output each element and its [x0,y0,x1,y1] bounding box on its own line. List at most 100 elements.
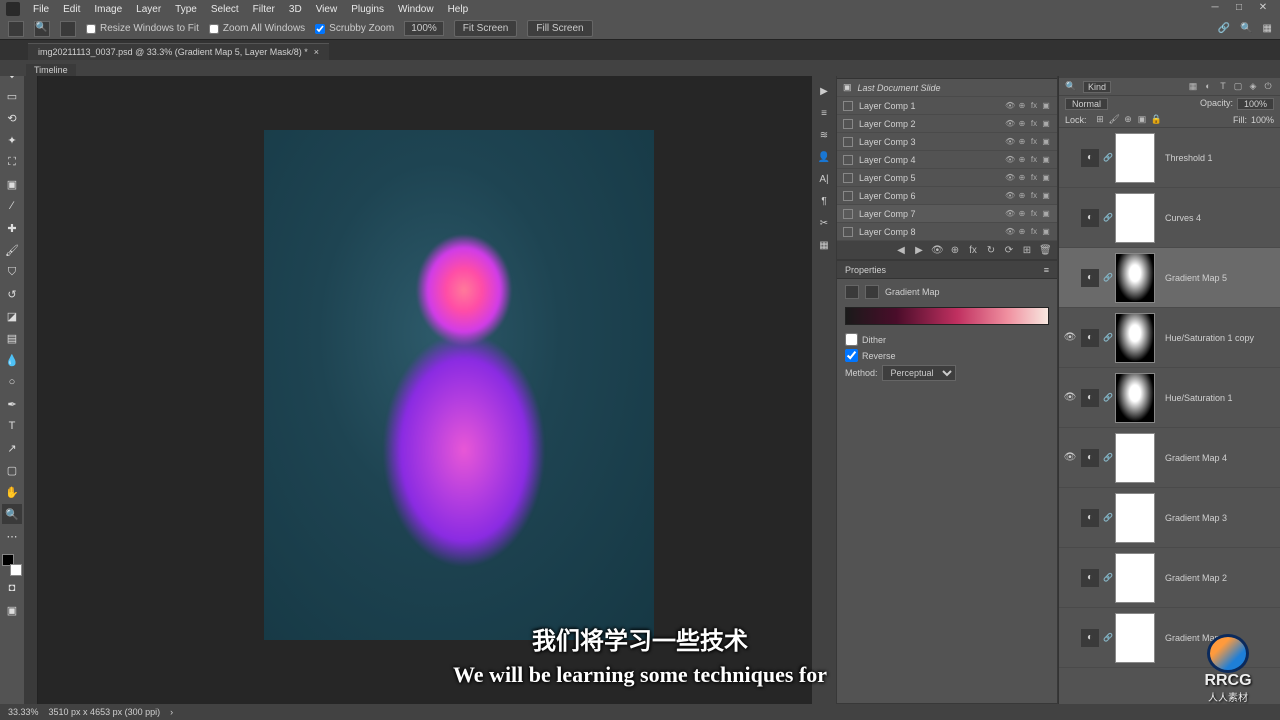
lock-pixel-icon[interactable]: 🖌 [1109,114,1120,125]
layer-row[interactable]: 👁◐🔗Gradient Map 4 [1059,428,1280,488]
layer-mask-thumb[interactable] [1115,253,1155,303]
layer-name[interactable]: Gradient Map 3 [1159,513,1276,523]
window-restore[interactable]: □ [1228,2,1250,16]
menu-layer[interactable]: Layer [129,4,168,15]
layer-row[interactable]: ◐🔗Gradient Map 3 [1059,488,1280,548]
layer-comp-row[interactable]: Layer Comp 6👁⊕fx▣ [837,187,1057,205]
lc-update-vis-icon[interactable]: 👁 [931,245,943,256]
layer-row[interactable]: ◐🔗Gradient Map 5 [1059,248,1280,308]
pen-tool[interactable]: ✒ [2,394,22,414]
filter-shape-icon[interactable]: ▢ [1232,81,1244,92]
lc-prev-icon[interactable]: ◀ [895,245,907,256]
menu-image[interactable]: Image [87,4,129,15]
dodge-tool[interactable]: ○ [2,372,22,392]
filter-type-icon[interactable]: T [1217,81,1229,92]
layer-comp-row[interactable]: Layer Comp 4👁⊕fx▣ [837,151,1057,169]
fill-input[interactable]: 100% [1251,115,1274,125]
layer-name[interactable]: Curves 4 [1159,213,1276,223]
layer-row[interactable]: ◐🔗Gradient Map 2 [1059,548,1280,608]
menu-3d[interactable]: 3D [282,4,309,15]
lock-pos-icon[interactable]: ⊕ [1123,114,1134,125]
layer-name[interactable]: Gradient Map 4 [1159,453,1276,463]
scrubby-zoom-checkbox[interactable]: Scrubby Zoom [315,23,394,34]
search-icon[interactable]: 🔍 [1240,23,1252,34]
blur-tool[interactable]: 💧 [2,350,22,370]
layer-comp-last[interactable]: ▣ Last Document Slide [837,79,1057,97]
frame-tool[interactable]: ▣ [2,174,22,194]
gradient-picker[interactable] [845,307,1049,325]
actions-panel-icon[interactable]: ▶ [815,86,833,104]
lock-nest-icon[interactable]: ▣ [1137,114,1148,125]
fill-screen-button[interactable]: Fill Screen [527,20,592,37]
swatch-panel-icon[interactable]: ✂ [815,218,833,236]
blend-mode-dropdown[interactable]: Normal [1065,98,1108,110]
layer-comp-row[interactable]: Layer Comp 3👁⊕fx▣ [837,133,1057,151]
history-brush-tool[interactable]: ↺ [2,284,22,304]
method-dropdown[interactable]: Perceptual [882,365,956,381]
layer-mask-thumb[interactable] [1115,313,1155,363]
gradient-tool[interactable]: ▤ [2,328,22,348]
lock-trans-icon[interactable]: ⊞ [1095,114,1106,125]
visibility-toggle[interactable]: 👁 [1063,332,1077,343]
zoom-all-checkbox[interactable]: Zoom All Windows [209,23,305,34]
menu-select[interactable]: Select [204,4,246,15]
lc-delete-icon[interactable]: 🗑 [1039,245,1051,256]
layer-comp-row[interactable]: Layer Comp 2👁⊕fx▣ [837,115,1057,133]
eyedropper-tool[interactable]: ∕ [2,196,22,216]
heal-tool[interactable]: ✚ [2,218,22,238]
char-panel-icon[interactable]: 👤 [815,152,833,170]
layer-row[interactable]: 👁◐🔗Hue/Saturation 1 [1059,368,1280,428]
lc-update-sel-icon[interactable]: ↻ [985,245,997,256]
crop-tool[interactable]: ⛶ [2,152,22,172]
layer-mask-thumb[interactable] [1115,133,1155,183]
lc-next-icon[interactable]: ▶ [913,245,925,256]
workspace-icon[interactable]: ▦ [1263,23,1272,34]
dither-checkbox[interactable] [845,333,858,346]
opacity-input[interactable]: 100% [1237,98,1274,110]
close-tab-icon[interactable]: × [314,47,319,57]
menu-filter[interactable]: Filter [246,4,282,15]
screenmode-tool[interactable]: ▣ [2,600,22,620]
filter-pixel-icon[interactable]: ▦ [1187,81,1199,92]
menu-edit[interactable]: Edit [56,4,87,15]
lock-all-icon[interactable]: 🔒 [1151,114,1162,125]
brush-tool[interactable]: 🖌 [2,240,22,260]
paragraph-panel-icon[interactable]: A| [815,174,833,192]
hand-tool[interactable]: ✋ [2,482,22,502]
layer-mask-thumb[interactable] [1115,373,1155,423]
eraser-tool[interactable]: ◪ [2,306,22,326]
layer-row[interactable]: 👁◐🔗Hue/Saturation 1 copy [1059,308,1280,368]
lc-update-all-icon[interactable]: ⟳ [1003,245,1015,256]
menu-window[interactable]: Window [391,4,441,15]
layer-mask-thumb[interactable] [1115,193,1155,243]
filter-smart-icon[interactable]: ◈ [1247,81,1259,92]
lasso-tool[interactable]: ⟲ [2,108,22,128]
menu-type[interactable]: Type [168,4,204,15]
lc-update-app-icon[interactable]: fx [967,245,979,256]
quickmask-tool[interactable]: ◘ [2,578,22,598]
layer-name[interactable]: Gradient Map 5 [1159,273,1276,283]
shape-tool[interactable]: ▢ [2,460,22,480]
fit-screen-button[interactable]: Fit Screen [454,20,518,37]
filter-toggle-icon[interactable]: ⏻ [1262,81,1274,92]
filter-adjust-icon[interactable]: ◐ [1202,81,1214,92]
styles-panel-icon[interactable]: ¶ [815,196,833,214]
layer-mask-thumb[interactable] [1115,433,1155,483]
share-icon[interactable]: 🔗 [1218,23,1230,34]
visibility-toggle[interactable]: 👁 [1063,452,1077,463]
layer-name[interactable]: Hue/Saturation 1 copy [1159,333,1276,343]
edit-toolbar[interactable]: ⋯ [2,526,22,546]
layer-name[interactable]: Threshold 1 [1159,153,1276,163]
canvas-area[interactable]: 1800160014001200100080060040020002004006… [24,60,812,704]
zoom-minus-icon[interactable] [60,21,76,37]
layer-comp-row[interactable]: Layer Comp 1👁⊕fx▣ [837,97,1057,115]
zoom-100-dropdown[interactable]: 100% [404,21,444,36]
libraries-panel-icon[interactable]: ▦ [815,240,833,258]
layer-comp-row[interactable]: Layer Comp 7👁⊕fx▣ [837,205,1057,223]
reverse-checkbox[interactable] [845,349,858,362]
layer-mask-thumb[interactable] [1115,613,1155,663]
filter-kind-dropdown[interactable]: Kind [1083,81,1111,93]
timeline-panel[interactable]: Timeline [0,60,1280,76]
paths-panel-icon[interactable]: ≋ [815,130,833,148]
layer-comp-row[interactable]: Layer Comp 8👁⊕fx▣ [837,223,1057,241]
